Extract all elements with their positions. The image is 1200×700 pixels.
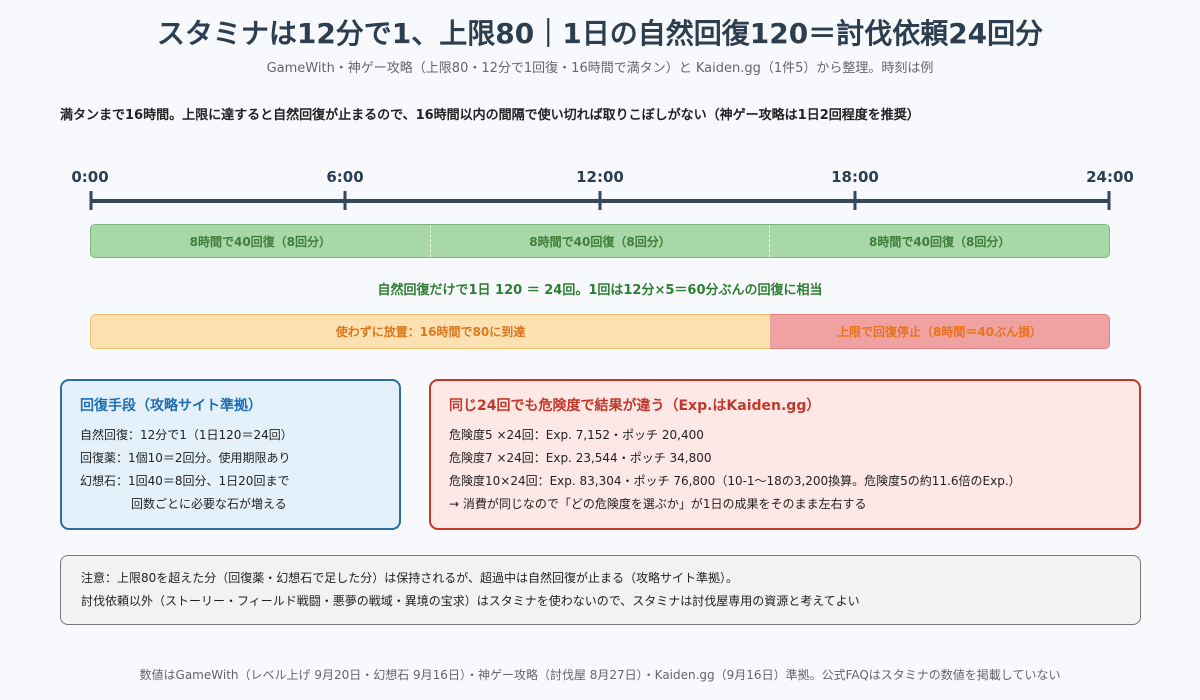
danger-line: 危険度10×24回：Exp. 83,304・ポッチ 76,800（10-1〜18… — [449, 474, 1021, 488]
notes-line: 注意：上限80を超えた分（回復薬・幻想石で足した分）は保持されるが、超過中は自然… — [81, 571, 739, 585]
recovery-segment: 8時間で40回復（8回分） — [769, 225, 1109, 257]
recovery-line: 回復薬：1個10＝2回分。使用期限あり — [80, 451, 291, 465]
recovery-line: 自然回復：12分で1（1日120＝24回） — [80, 428, 293, 442]
recovery-line: 回数ごとに必要な石が増える — [131, 497, 287, 511]
summary-note: 満タンまで16時間。上限に達すると自然回復が止まるので、16時間以内の間隔で使い… — [60, 108, 920, 123]
tick-mark — [853, 191, 857, 210]
tick-label-24: 24:00 — [1086, 168, 1134, 186]
tick-mark — [598, 191, 602, 210]
danger-card-title: 同じ24回でも危険度で結果が違う（Exp.はKaiden.gg） — [449, 398, 821, 414]
tick-label-6: 6:00 — [326, 168, 364, 186]
danger-level-card: 同じ24回でも危険度で結果が違う（Exp.はKaiden.gg） 危険度5 ×2… — [429, 379, 1141, 530]
tick-label-12: 12:00 — [576, 168, 624, 186]
page-title: スタミナは12分で1、上限80｜1日の自然回復120＝討伐依頼24回分 — [156, 17, 1044, 50]
recovery-segment: 8時間で40回復（8回分） — [189, 234, 332, 249]
idle-segment: 使わずに放置：16時間で80に到達 — [90, 314, 770, 349]
natural-recovery-bar: 8時間で40回復（8回分） 8時間で40回復（8回分） 8時間で40回復（8回分… — [90, 224, 1110, 258]
notes-line: 討伐依頼以外（ストーリー・フィールド戦闘・悪夢の戦域・異境の宝求）はスタミナを使… — [81, 594, 860, 608]
danger-line: 危険度7 ×24回：Exp. 23,544・ポッチ 34,800 — [449, 451, 712, 465]
recovery-segment: 8時間で40回復（8回分） — [429, 225, 770, 257]
recovery-methods-card: 回復手段（攻略サイト準拠） 自然回復：12分で1（1日120＝24回） 回復薬：… — [60, 379, 401, 530]
recovery-line: 幻想石：1回40＝8回分、1日20回まで — [80, 474, 290, 488]
recovery-card-title: 回復手段（攻略サイト準拠） — [80, 398, 262, 414]
danger-line: → 消費が同じなので「どの危険度を選ぶか」が1日の成果をそのまま左右する — [449, 497, 867, 511]
recovery-caption: 自然回復だけで1日 120 ＝ 24回。1回は12分×5＝60分ぶんの回復に相当 — [377, 283, 823, 298]
cap-stop-segment: 上限で回復停止（8時間＝40ぶん損） — [770, 314, 1110, 349]
tick-mark — [1107, 191, 1111, 210]
footer-source-note: 数値はGameWith（レベル上げ 9月20日・幻想石 9月16日）・神ゲー攻略… — [139, 668, 1061, 682]
tick-mark — [89, 191, 93, 210]
tick-label-18: 18:00 — [831, 168, 879, 186]
idle-bar: 使わずに放置：16時間で80に到達 上限で回復停止（8時間＝40ぶん損） — [90, 314, 1110, 349]
tick-mark — [343, 191, 347, 210]
danger-line: 危険度5 ×24回：Exp. 7,152・ポッチ 20,400 — [449, 428, 704, 442]
notes-box: 注意：上限80を超えた分（回復薬・幻想石で足した分）は保持されるが、超過中は自然… — [60, 555, 1141, 625]
page-subtitle: GameWith・神ゲー攻略（上限80・12分で1回復・16時間で満タン）と K… — [266, 61, 934, 76]
tick-label-0: 0:00 — [71, 168, 109, 186]
